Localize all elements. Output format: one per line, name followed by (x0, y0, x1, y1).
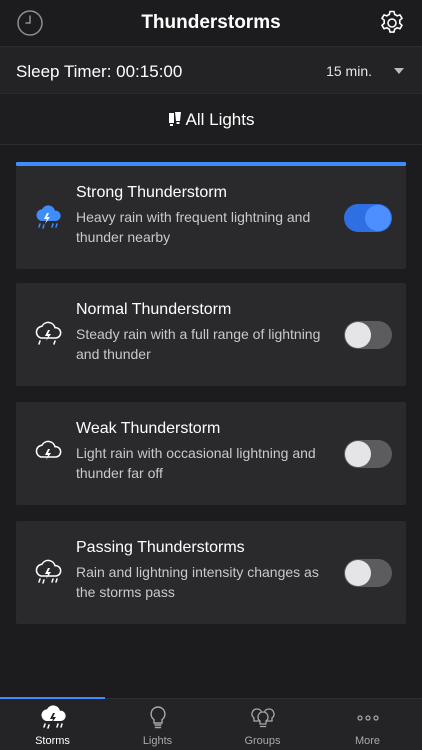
page-title: Thunderstorms (141, 12, 281, 33)
toggle-knob (345, 322, 371, 348)
tab-label: More (354, 735, 381, 747)
toggle-knob (345, 441, 371, 467)
all-lights-label: All Lights (185, 109, 255, 129)
gear-icon[interactable] (378, 9, 406, 37)
more-dots-icon (356, 715, 379, 721)
storm-name: Normal Thunderstorm (76, 301, 232, 318)
storm-name: Passing Thunderstorms (76, 539, 245, 556)
storm-toggle[interactable] (344, 440, 392, 468)
toggle-knob (345, 560, 371, 586)
all-lights-button[interactable]: All Lights (0, 95, 422, 145)
storm-description: Light rain with occasional lightning and… (76, 445, 316, 481)
storm-description: Rain and lightning intensity changes as … (76, 564, 319, 600)
storm-description: Steady rain with a full range of lightni… (76, 326, 321, 362)
storm-card-normal[interactable]: Normal Thunderstorm Steady rain with a f… (16, 283, 406, 386)
tab-label: Storms (35, 735, 70, 747)
storm-description: Heavy rain with frequent lightning and t… (76, 209, 311, 245)
tab-bar: Storms Lights Groups More (0, 697, 422, 750)
tab-label: Groups (244, 735, 281, 747)
tab-more[interactable]: More (315, 699, 420, 750)
bulbs-group-icon (250, 708, 275, 728)
lightning-cloud-icon (35, 440, 62, 460)
sleep-timer-value: 15 min. (326, 63, 372, 79)
storm-toggle[interactable] (344, 204, 392, 232)
active-tab-indicator (0, 697, 105, 699)
storm-name: Strong Thunderstorm (76, 184, 227, 201)
storm-toggle[interactable] (344, 559, 392, 587)
storm-card-passing[interactable]: Passing Thunderstorms Rain and lightning… (16, 521, 406, 624)
chevron-down-icon (394, 68, 404, 74)
tab-lights[interactable]: Lights (105, 699, 210, 750)
storm-cloud-icon (35, 559, 62, 584)
sleep-timer-select[interactable]: 15 min. (326, 63, 404, 79)
tab-groups[interactable]: Groups (210, 699, 315, 750)
storm-cloud-icon (40, 705, 66, 729)
header: Thunderstorms (0, 0, 422, 46)
storm-card-weak[interactable]: Weak Thunderstorm Light rain with occasi… (16, 402, 406, 505)
tab-storms[interactable]: Storms (0, 697, 105, 750)
sleep-timer-label: Sleep Timer: 00:15:00 (16, 62, 183, 81)
storm-toggle[interactable] (344, 321, 392, 349)
toggle-knob (365, 205, 391, 231)
sleep-timer-row: Sleep Timer: 00:15:00 15 min. (0, 46, 422, 94)
storm-cloud-icon (35, 321, 62, 345)
storm-cloud-icon (36, 205, 61, 229)
bulb-icon (149, 706, 166, 729)
storm-name: Weak Thunderstorm (76, 420, 221, 437)
tab-label: Lights (142, 735, 173, 747)
lights-icon (168, 111, 181, 126)
storm-card-strong[interactable]: Strong Thunderstorm Heavy rain with freq… (16, 166, 406, 269)
